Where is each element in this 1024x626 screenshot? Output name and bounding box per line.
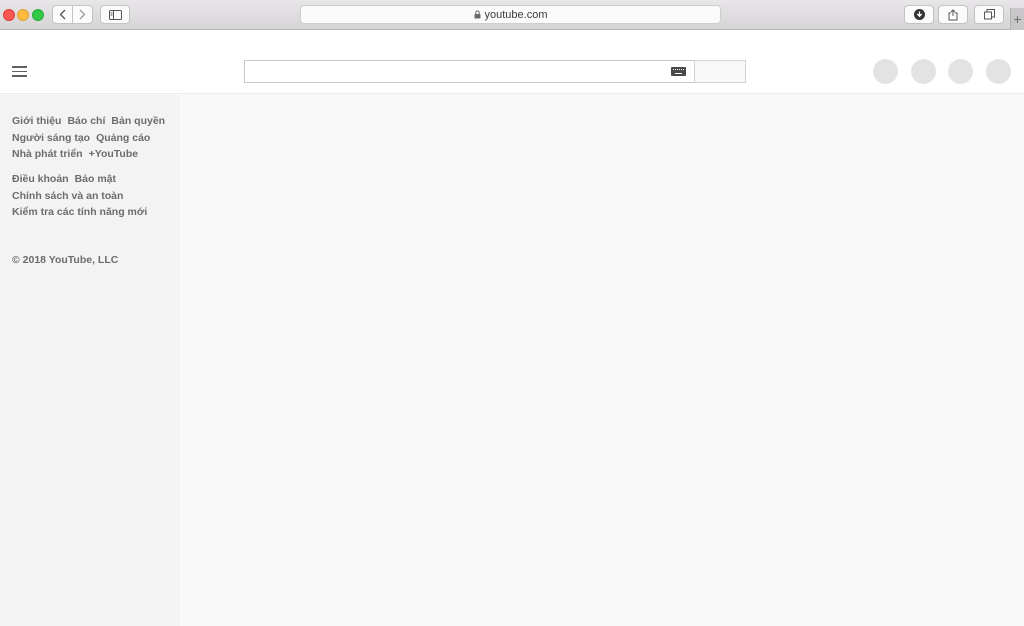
link-about[interactable]: Giới thiệu <box>12 115 61 127</box>
link-developers[interactable]: Nhà phát triển <box>12 148 83 160</box>
share-icon <box>948 8 958 20</box>
lock-icon <box>474 10 480 19</box>
primary-footer-links: Giới thiệu Báo chí Bản quyền Người sáng … <box>12 113 165 163</box>
zoom-window-button[interactable] <box>32 9 44 21</box>
link-advertise[interactable]: Quảng cáo <box>96 132 150 144</box>
link-creators[interactable]: Người sáng tạo <box>12 132 90 144</box>
copyright-text: © 2018 YouTube, LLC <box>12 254 119 266</box>
link-test-new-features[interactable]: Kiểm tra các tính năng mới <box>12 206 147 218</box>
chevron-left-icon <box>59 9 66 20</box>
download-icon <box>913 9 925 20</box>
close-window-button[interactable] <box>3 9 15 21</box>
link-press[interactable]: Báo chí <box>67 115 105 127</box>
new-tab-button[interactable]: + <box>1010 8 1024 30</box>
search-input[interactable] <box>244 60 695 83</box>
link-policy-safety[interactable]: Chính sách và an toàn <box>12 190 123 202</box>
downloads-button[interactable] <box>904 5 934 24</box>
sidebar-icon <box>108 9 122 20</box>
link-terms[interactable]: Điều khoản <box>12 173 69 185</box>
link-copyright[interactable]: Bản quyền <box>111 115 165 127</box>
menu-icon[interactable] <box>12 66 27 78</box>
tab-overview-button[interactable] <box>974 5 1004 24</box>
tabs-icon <box>983 9 995 20</box>
sidebar-toggle-button[interactable] <box>100 5 130 24</box>
back-button[interactable] <box>53 6 72 23</box>
minimize-window-button[interactable] <box>17 9 29 21</box>
share-button[interactable] <box>938 5 968 24</box>
avatar[interactable] <box>986 59 1011 84</box>
keyboard-icon[interactable] <box>671 67 686 76</box>
address-text: youtube.com <box>484 8 548 21</box>
link-privacy[interactable]: Bảo mật <box>75 173 116 185</box>
browser-toolbar: youtube.com + <box>0 0 1024 30</box>
header-icon-placeholder-1[interactable] <box>873 59 898 84</box>
link-youtube-plus[interactable]: +YouTube <box>89 148 139 160</box>
site-header <box>0 30 1024 94</box>
main-content <box>180 95 1024 626</box>
search-button[interactable] <box>694 60 746 83</box>
guide-sidebar: Giới thiệu Báo chí Bản quyền Người sáng … <box>0 95 180 626</box>
secondary-footer-links: Điều khoản Bảo mật Chính sách và an toàn… <box>12 171 147 221</box>
chevron-right-icon <box>79 9 86 20</box>
address-bar[interactable]: youtube.com <box>300 5 721 24</box>
header-icon-placeholder-2[interactable] <box>911 59 936 84</box>
forward-button[interactable] <box>72 6 92 23</box>
navigation-buttons <box>52 5 93 24</box>
header-icon-placeholder-3[interactable] <box>948 59 973 84</box>
